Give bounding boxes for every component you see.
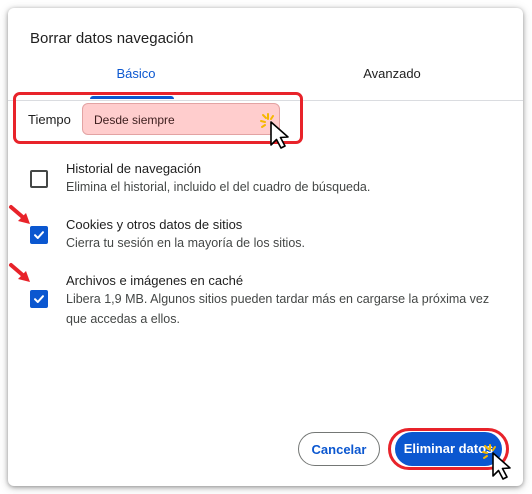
item-title-cache: Archivos e imágenes en caché: [66, 273, 244, 288]
checkbox-cookies[interactable]: [30, 226, 48, 244]
clear-browsing-data-dialog: Borrar datos navegación Básico Avanzado …: [8, 8, 523, 486]
time-range-label: Tiempo: [28, 112, 71, 127]
item-title-cookies: Cookies y otros datos de sitios: [66, 217, 243, 232]
mouse-pointer-icon: [260, 113, 289, 149]
tab-avanzado[interactable]: Avanzado: [264, 64, 520, 100]
item-desc-cookies: Cierra tu sesión en la mayoría de los si…: [66, 236, 305, 250]
time-range-value: Desde siempre: [94, 113, 175, 127]
checkbox-cache[interactable]: [30, 290, 48, 308]
item-desc-historial: Elimina el historial, incluido el del cu…: [66, 180, 371, 194]
checkmark-icon: [34, 231, 44, 239]
cancel-button[interactable]: Cancelar: [298, 432, 380, 466]
red-arrow-icon: [9, 205, 30, 224]
mouse-pointer-icon: [482, 444, 511, 480]
checkmark-icon: [34, 295, 44, 303]
item-title-historial: Historial de navegación: [66, 161, 202, 176]
red-arrow-icon: [9, 263, 30, 282]
time-range-select[interactable]: Desde siempre: [82, 103, 280, 135]
dialog-title: Borrar datos navegación: [30, 30, 194, 47]
checkbox-historial[interactable]: [30, 170, 48, 188]
item-desc-cache: Libera 1,9 MB. Algunos sitios pueden tar…: [66, 292, 490, 326]
